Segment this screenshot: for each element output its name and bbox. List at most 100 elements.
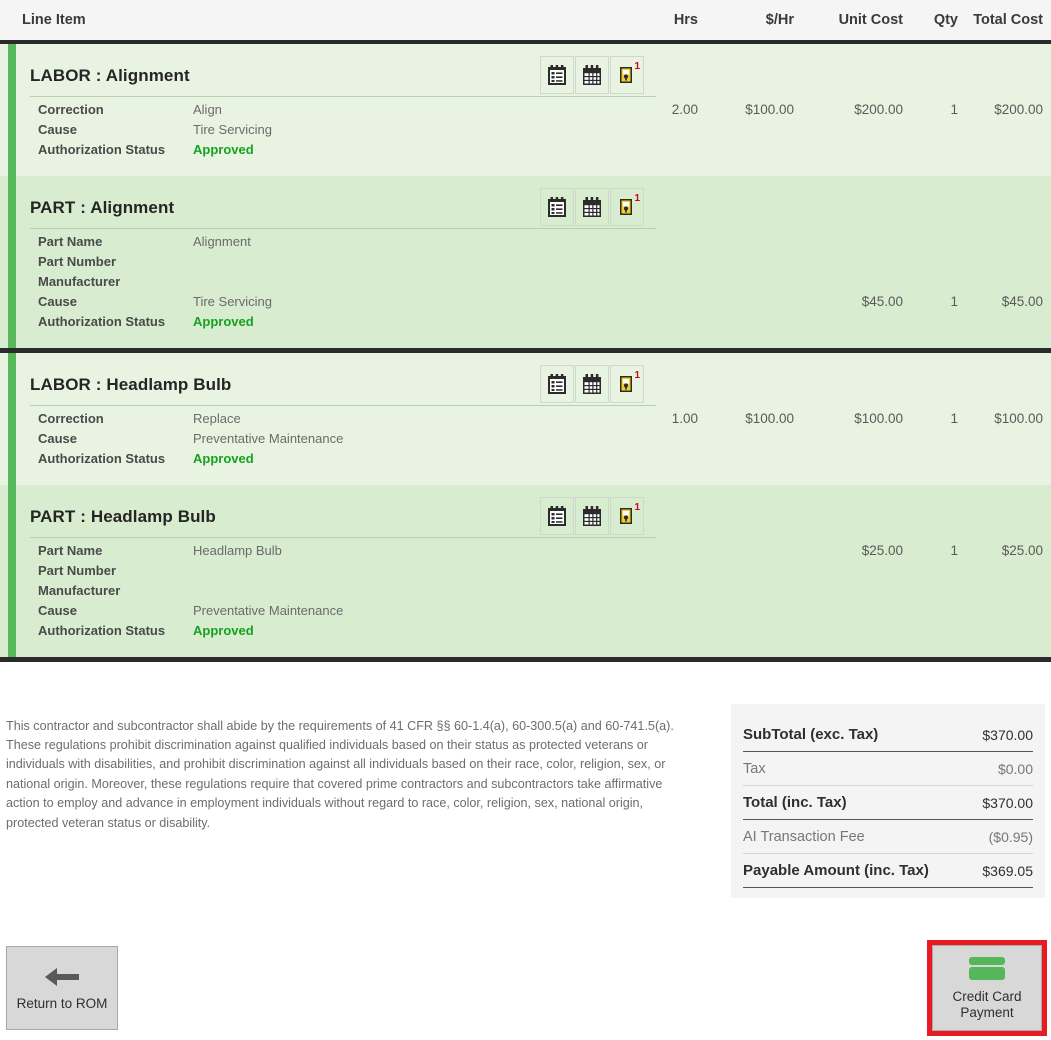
sticky-note-comment-icon[interactable]: 1	[610, 497, 644, 535]
line-item-title: PART : Alignment	[30, 198, 175, 217]
credit-card-payment-label-line1: Credit Card	[952, 989, 1022, 1004]
calendar-icon[interactable]	[575, 188, 609, 226]
column-header-hrs: Hrs	[673, 12, 698, 28]
line-item-amounts: 2.00 $100.00 $200.00 1 $200.00	[30, 102, 1051, 122]
column-header-total-cost: Total Cost	[973, 12, 1043, 28]
amount-unit-cost: $25.00	[861, 543, 903, 558]
totals-label: AI Transaction Fee	[743, 828, 865, 845]
detail-key: Part Name	[38, 234, 103, 249]
amount-total-cost: $45.00	[1001, 294, 1043, 309]
credit-card-payment-button[interactable]: Credit Card Payment	[932, 945, 1042, 1031]
detail-row: Cause Preventative Maintenance	[30, 431, 1051, 451]
line-item-row-labor: LABOR : Headlamp Bulb 1 Correction Replace 1…	[0, 353, 1051, 485]
return-to-rom-button[interactable]: Return to ROM	[6, 946, 118, 1030]
line-items-list: LABOR : Alignment 1 Correction Align 2.00 $10…	[0, 44, 1051, 662]
detail-value: Preventative Maintenance	[193, 431, 344, 446]
amount-qty: 1	[950, 411, 958, 426]
detail-value: Alignment	[193, 234, 251, 249]
totals-value: $370.00	[982, 726, 1033, 743]
line-item-amounts: $45.00 1 $45.00	[30, 294, 1051, 314]
amount-rate: $100.00	[745, 102, 794, 117]
amount-total-cost: $100.00	[994, 411, 1043, 426]
detail-row: Cause Preventative Maintenance	[30, 603, 1051, 623]
calendar-icon[interactable]	[575, 497, 609, 535]
line-item-icon-toolbar: 1	[540, 56, 644, 94]
line-item-title: LABOR : Headlamp Bulb	[30, 375, 232, 394]
detail-key: Manufacturer	[38, 583, 121, 598]
amount-hrs: 1.00	[671, 411, 698, 426]
credit-card-payment-label-line2: Payment	[960, 1005, 1014, 1020]
amount-rate: $100.00	[745, 411, 794, 426]
amount-qty: 1	[950, 294, 958, 309]
authorization-status-value: Approved	[193, 623, 254, 638]
line-item-row-part: PART : Alignment 1 Part Name Alignment Part …	[0, 176, 1051, 348]
line-item-accent-bar	[8, 176, 16, 348]
sticky-note-comment-icon[interactable]: 1	[610, 365, 644, 403]
line-item-accent-bar	[8, 353, 16, 485]
detail-row: Correction Replace 1.00 $100.00 $100.00 1 $100…	[30, 411, 1051, 431]
clipboard-notes-icon[interactable]	[540, 497, 574, 535]
credit-card-icon	[967, 955, 1007, 983]
line-item-header: PART : Alignment 1	[16, 188, 1051, 230]
action-bar: Return to ROM Credit Card Payment	[0, 938, 1051, 1040]
line-item-icon-toolbar: 1	[540, 497, 644, 535]
totals-label: Total (inc. Tax)	[743, 794, 847, 811]
detail-row: Manufacturer	[30, 274, 1051, 294]
return-to-rom-label: Return to ROM	[16, 996, 108, 1011]
totals-value: ($0.95)	[988, 828, 1033, 845]
clipboard-notes-icon[interactable]	[540, 188, 574, 226]
detail-key: Authorization Status	[38, 314, 166, 329]
column-header-unit-cost: Unit Cost	[838, 12, 903, 28]
line-item-details: Part Name Alignment Part Number Manufacture…	[16, 234, 1051, 334]
detail-key: Cause	[38, 122, 78, 137]
amount-unit-cost: $100.00	[854, 411, 903, 426]
detail-key: Part Number	[38, 563, 117, 578]
credit-card-payment-highlight: Credit Card Payment	[927, 940, 1047, 1036]
line-item-accent-bar	[8, 44, 16, 176]
sticky-note-comment-icon[interactable]: 1	[610, 56, 644, 94]
calendar-icon[interactable]	[575, 56, 609, 94]
totals-value: $0.00	[997, 760, 1033, 777]
totals-label: Tax	[743, 760, 766, 777]
line-item-icon-toolbar: 1	[540, 188, 644, 226]
totals-row: SubTotal (exc. Tax) $370.00	[743, 718, 1033, 752]
arrow-left-icon	[41, 964, 83, 990]
detail-key: Authorization Status	[38, 142, 166, 157]
detail-row: Authorization Status Approved	[30, 451, 1051, 471]
line-item-content: PART : Headlamp Bulb 1 Part Name Headlamp B…	[16, 485, 1051, 657]
detail-key: Cause	[38, 431, 78, 446]
line-item-details: Correction Align 2.00 $100.00 $200.00 1 $200.0…	[16, 102, 1051, 162]
detail-row: Cause Tire Servicing	[30, 122, 1051, 142]
detail-key: Authorization Status	[38, 451, 166, 466]
detail-row: Correction Align 2.00 $100.00 $200.00 1 $200.0…	[30, 102, 1051, 122]
line-item-content: PART : Alignment 1 Part Name Alignment Part …	[16, 176, 1051, 348]
comment-count-badge: 1	[634, 502, 640, 513]
line-item-title-rule	[30, 537, 656, 538]
amount-total-cost: $200.00	[994, 102, 1043, 117]
column-header-rate: $/Hr	[765, 12, 794, 28]
line-item-content: LABOR : Alignment 1 Correction Align 2.00 $10…	[16, 44, 1051, 176]
detail-value: Tire Servicing	[193, 122, 272, 137]
detail-row: Authorization Status Approved	[30, 142, 1051, 162]
amount-total-cost: $25.00	[1001, 543, 1043, 558]
line-items-table-header: Line Item Hrs $/Hr Unit Cost Qty Total C…	[0, 0, 1051, 44]
sticky-note-comment-icon[interactable]: 1	[610, 188, 644, 226]
line-item-accent-bar	[8, 485, 16, 657]
line-item-row-part: PART : Headlamp Bulb 1 Part Name Headlamp B…	[0, 485, 1051, 657]
totals-value: $370.00	[982, 794, 1033, 811]
calendar-icon[interactable]	[575, 365, 609, 403]
line-item-header: LABOR : Alignment 1	[16, 56, 1051, 98]
line-item-amounts: $25.00 1 $25.00	[30, 543, 1051, 563]
comment-count-badge: 1	[634, 61, 640, 72]
clipboard-notes-icon[interactable]	[540, 365, 574, 403]
totals-value: $369.05	[982, 862, 1033, 879]
detail-row: Part Name Headlamp Bulb $25.00 1 $25.00	[30, 543, 1051, 563]
line-item-title: LABOR : Alignment	[30, 66, 190, 85]
clipboard-notes-icon[interactable]	[540, 56, 574, 94]
line-item-header: LABOR : Headlamp Bulb 1	[16, 365, 1051, 407]
legal-disclaimer-text: This contractor and subcontractor shall …	[6, 718, 674, 830]
line-item-header: PART : Headlamp Bulb 1	[16, 497, 1051, 539]
detail-key: Manufacturer	[38, 274, 121, 289]
credit-card-payment-label: Credit Card Payment	[952, 989, 1021, 1021]
column-header-qty: Qty	[933, 12, 958, 28]
